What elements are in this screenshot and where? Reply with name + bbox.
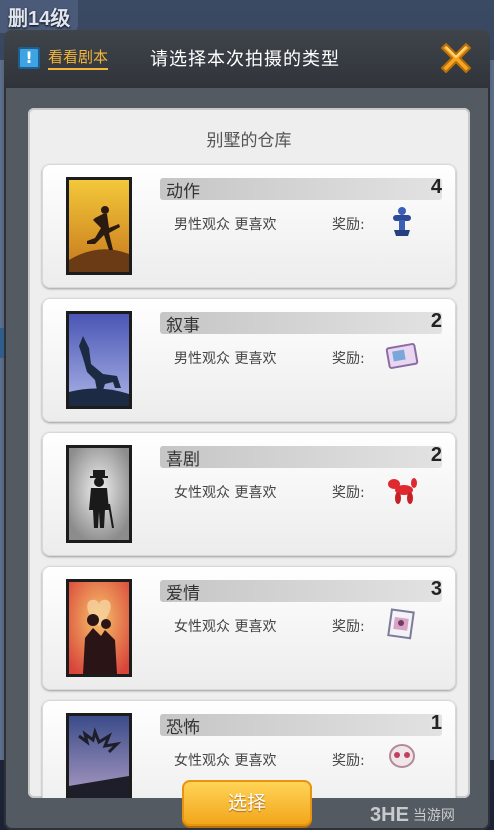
genre-name-bar <box>160 580 442 602</box>
dialog-header: ! 看看剧本 请选择本次拍摄的类型 <box>4 30 490 88</box>
audience-preference: 男性观众 更喜欢 <box>174 217 277 233</box>
select-button[interactable]: 选择 <box>182 780 312 826</box>
location-panel: 别墅的仓库 动作 4 男性观众 更喜欢 奖励: 叙事 2 男性观众 更喜欢 奖励… <box>28 108 470 798</box>
genre-name-bar <box>160 312 442 334</box>
balloon-dog-icon <box>384 472 420 508</box>
location-title: 别墅的仓库 <box>206 131 292 151</box>
reward-label: 奖励: <box>332 753 365 769</box>
horror-poster <box>66 713 132 798</box>
genre-count: 1 <box>430 712 442 734</box>
genre-name: 恐怖 <box>166 718 200 738</box>
genre-count: 2 <box>430 310 442 332</box>
wolf-poster <box>66 311 132 409</box>
genre-name: 叙事 <box>166 316 200 336</box>
trophy-icon <box>384 204 420 240</box>
genre-name: 喜剧 <box>166 450 200 470</box>
genre-name-bar <box>160 446 442 468</box>
genre-count: 4 <box>430 176 442 198</box>
genre-count: 3 <box>430 578 442 600</box>
reward-label: 奖励: <box>332 619 365 635</box>
love-letter-icon <box>384 606 420 642</box>
genre-name-bar <box>160 714 442 736</box>
audience-preference: 男性观众 更喜欢 <box>174 351 277 367</box>
genre-card-action[interactable]: 动作 4 男性观众 更喜欢 奖励: <box>42 164 456 288</box>
audience-preference: 女性观众 更喜欢 <box>174 485 277 501</box>
exclamation-icon: ! <box>18 47 40 69</box>
audience-preference: 女性观众 更喜欢 <box>174 619 277 635</box>
chaplin-poster <box>66 445 132 543</box>
skull-mask-icon <box>384 740 420 776</box>
reward-label: 奖励: <box>332 485 365 501</box>
genre-card-narrative[interactable]: 叙事 2 男性观众 更喜欢 奖励: <box>42 298 456 422</box>
watermark-text: 当游网 <box>412 808 455 824</box>
genre-name: 动作 <box>166 182 200 202</box>
genre-select-dialog: ! 看看剧本 请选择本次拍摄的类型 别墅的仓库 动作 4 男性观众 更喜欢 奖励… <box>4 30 490 830</box>
genre-name-bar <box>160 178 442 200</box>
reward-label: 奖励: <box>332 351 365 367</box>
watermark-logo: 3HE <box>370 803 409 826</box>
view-script-button[interactable]: ! 看看剧本 <box>18 46 109 70</box>
view-script-label: 看看剧本 <box>48 46 109 70</box>
photo-card-icon <box>384 338 420 374</box>
genre-card-comedy[interactable]: 喜剧 2 女性观众 更喜欢 奖励: <box>42 432 456 556</box>
reward-label: 奖励: <box>332 217 365 233</box>
genre-count: 2 <box>430 444 442 466</box>
level-tag: 删14级 <box>0 0 79 33</box>
genre-name: 爱情 <box>166 584 200 604</box>
action-poster <box>66 177 132 275</box>
dialog-title: 请选择本次拍摄的类型 <box>150 49 340 70</box>
couple-poster <box>66 579 132 677</box>
close-icon[interactable] <box>436 38 476 78</box>
watermark: 3HE 当游网 <box>370 800 494 830</box>
audience-preference: 女性观众 更喜欢 <box>174 753 277 769</box>
genre-card-romance[interactable]: 爱情 3 女性观众 更喜欢 奖励: <box>42 566 456 690</box>
